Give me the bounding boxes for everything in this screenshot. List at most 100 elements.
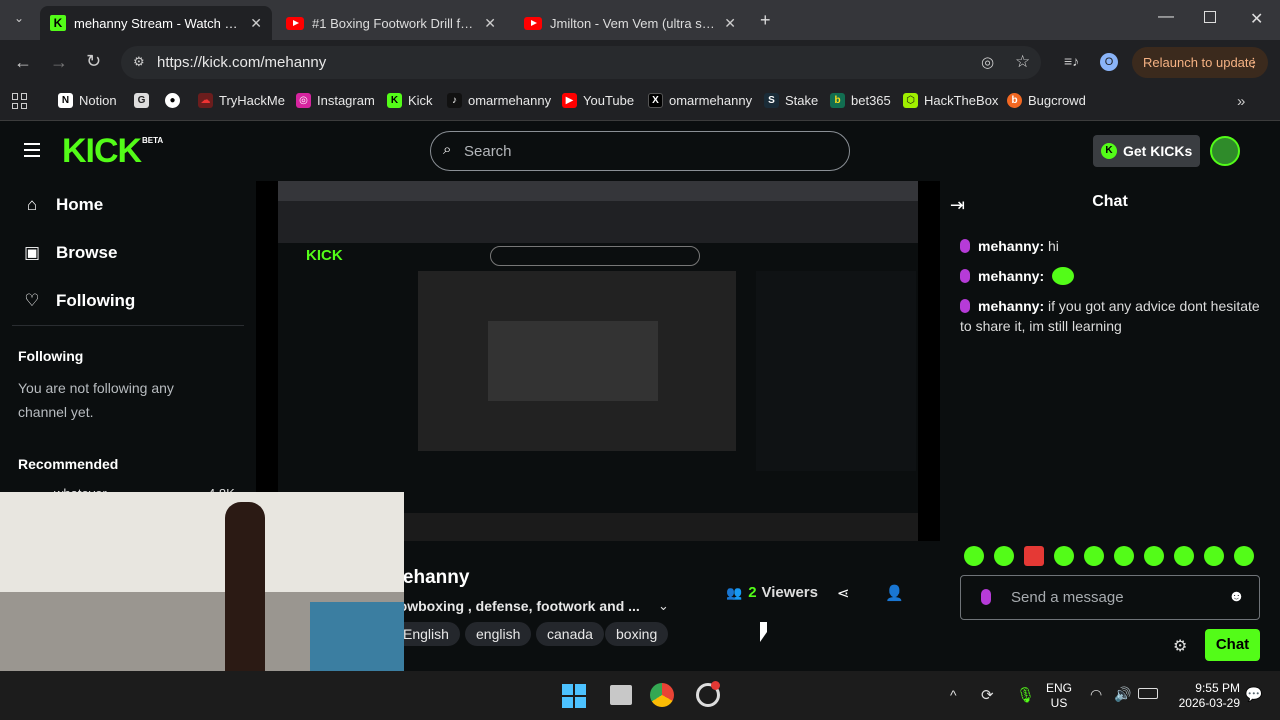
chat-username[interactable]: mehanny: [978, 298, 1044, 314]
share-icon[interactable]: ⋖ [837, 584, 850, 602]
tab-search-icon[interactable]: ⌄ [10, 11, 28, 29]
star-icon[interactable]: ☆ [1015, 52, 1030, 72]
profile-avatar[interactable]: O [1100, 53, 1118, 71]
sidebar-item-home[interactable]: ⌂ Home [22, 195, 103, 215]
relaunch-button[interactable]: Relaunch to update ⋮ [1132, 47, 1268, 78]
minimize-icon[interactable]: — [1158, 8, 1174, 26]
notion-icon: N [58, 93, 73, 108]
tab-close-icon[interactable]: ✕ [724, 15, 736, 32]
bookmark-github[interactable]: ● [165, 93, 186, 108]
windows-start-icon[interactable] [562, 684, 586, 708]
user-avatar[interactable] [1210, 136, 1240, 166]
language-code: ENG [1046, 681, 1073, 695]
apps-grid-icon[interactable] [12, 93, 28, 109]
microphone-icon[interactable]: 🎙 [1016, 686, 1035, 704]
emote-icon[interactable] [1204, 546, 1224, 566]
tab-kick-stream[interactable]: K mehanny Stream - Watch Live on Kick ✕ [40, 6, 272, 40]
bookmark-kick[interactable]: K Kick [387, 93, 433, 108]
site-info-icon[interactable]: ⚙ [133, 54, 145, 70]
stream-title: shadowboxing , defense, footwork and ... [366, 598, 640, 614]
bookmark-stake[interactable]: S Stake [764, 93, 818, 108]
chat-username[interactable]: mehanny: [978, 238, 1044, 254]
bookmarks-overflow-icon[interactable]: » [1237, 93, 1245, 110]
tab-close-icon[interactable]: ✕ [250, 15, 262, 32]
emote-icon[interactable] [1234, 546, 1254, 566]
new-tab-icon[interactable]: + [760, 10, 771, 31]
language-indicator[interactable]: ENG US [1046, 681, 1072, 711]
microphone-badge-icon [960, 239, 970, 253]
notifications-icon[interactable]: 💬 [1245, 686, 1262, 703]
emote-icon[interactable] [1024, 546, 1044, 566]
emote-icon[interactable] [1174, 546, 1194, 566]
stream-frame-tabbar [278, 181, 918, 201]
video-player[interactable]: KICK [256, 181, 940, 541]
emote-icon[interactable] [1114, 546, 1134, 566]
url-field[interactable]: ⚙ https://kick.com/mehanny ◎ ☆ [121, 46, 1041, 79]
hamburger-menu-icon[interactable] [24, 143, 40, 157]
eye-slash-icon[interactable]: ◎ [981, 53, 994, 71]
emoji-picker-icon[interactable]: ☻ [1228, 588, 1245, 606]
recommended-heading: Recommended [18, 456, 119, 472]
bookmark-tryhackme[interactable]: ☁ TryHackMe [198, 93, 285, 108]
search-input[interactable]: ⌕ Search [430, 131, 850, 171]
search-placeholder: Search [464, 143, 512, 160]
tab-boxing-footwork[interactable]: #1 Boxing Footwork Drill for Beginners ✕ [276, 6, 506, 40]
stream-frame-logo: KICK [306, 247, 343, 264]
bookmark-notion[interactable]: N Notion [58, 93, 117, 108]
tab-jmilton[interactable]: Jmilton - Vem Vem (ultra slowed) ✕ [514, 6, 746, 40]
chevron-down-icon[interactable]: ⌄ [658, 598, 669, 614]
sidebar-item-browse[interactable]: ▣ Browse [22, 243, 117, 263]
webcam-object [310, 602, 404, 682]
chevron-up-icon[interactable]: ^ [950, 687, 957, 703]
media-control-icon[interactable]: ≡♪ [1064, 53, 1079, 69]
volume-icon[interactable]: 🔊 [1114, 686, 1131, 703]
chat-username[interactable]: mehanny: [978, 268, 1044, 284]
bookmark-hackthebox[interactable]: ⬡ HackTheBox [903, 93, 998, 108]
instagram-icon: ◎ [296, 93, 311, 108]
menu-kebab-icon[interactable]: ⋮ [1247, 47, 1260, 78]
battery-icon[interactable] [1138, 688, 1158, 699]
emote-icon[interactable] [1054, 546, 1074, 566]
chat-send-button[interactable]: Chat [1205, 629, 1260, 661]
bugcrowd-icon: b [1007, 93, 1022, 108]
tab-close-icon[interactable]: ✕ [484, 15, 496, 32]
emote-icon[interactable] [964, 546, 984, 566]
bookmark-x[interactable]: Xomarmehanny [648, 93, 752, 108]
restore-icon[interactable] [1204, 11, 1216, 23]
get-kicks-button[interactable]: K Get KICKs [1093, 135, 1200, 167]
bookmark-bugcrowd[interactable]: b Bugcrowd [1007, 93, 1086, 108]
stake-icon: S [764, 93, 779, 108]
clock[interactable]: 9:55 PM 2026-03-29 [1170, 681, 1240, 711]
bookmark-instagram[interactable]: ◎ Instagram [296, 93, 375, 108]
emote-icon[interactable] [1144, 546, 1164, 566]
bookmark-youtube[interactable]: ▶ YouTube [562, 93, 634, 108]
tag-english[interactable]: english [465, 622, 532, 646]
sidebar-item-following[interactable]: ♡ Following [22, 291, 135, 311]
mouse-cursor-icon [760, 622, 767, 642]
forward-icon[interactable]: → [50, 52, 68, 73]
wifi-icon[interactable]: ◠ [1090, 686, 1102, 703]
sync-icon[interactable]: ⟳ [981, 686, 994, 704]
chrome-icon[interactable] [650, 683, 674, 707]
clock-time: 9:55 PM [1195, 681, 1240, 695]
emote-icon[interactable] [1084, 546, 1104, 566]
bookmark-bet365[interactable]: b bet365 [830, 93, 891, 108]
hackthebox-icon: ⬡ [903, 93, 918, 108]
bookmark-tiktok[interactable]: ♪ omarmehanny [447, 93, 551, 108]
back-icon[interactable]: ← [14, 52, 32, 73]
bookmark-label: Kick [408, 93, 433, 108]
chat-message-input[interactable]: Send a message ☻ [960, 575, 1260, 620]
window-close-icon[interactable]: ✕ [1250, 9, 1263, 29]
emote-icon[interactable] [994, 546, 1014, 566]
stream-frame-nested-player [418, 271, 736, 451]
follow-user-icon[interactable]: 👤 [885, 584, 904, 602]
file-explorer-icon[interactable] [610, 685, 632, 705]
clock-date: 2026-03-29 [1178, 696, 1240, 710]
kick-favicon-icon: K [50, 15, 66, 31]
tag-boxing[interactable]: boxing [605, 622, 669, 646]
bookmark-grammarly[interactable]: G [134, 93, 155, 108]
kick-logo[interactable]: KICK [62, 133, 142, 169]
chat-settings-icon[interactable]: ⚙ [1173, 636, 1187, 656]
reload-icon[interactable]: ↻ [86, 51, 101, 72]
tag-canada[interactable]: canada [536, 622, 604, 646]
